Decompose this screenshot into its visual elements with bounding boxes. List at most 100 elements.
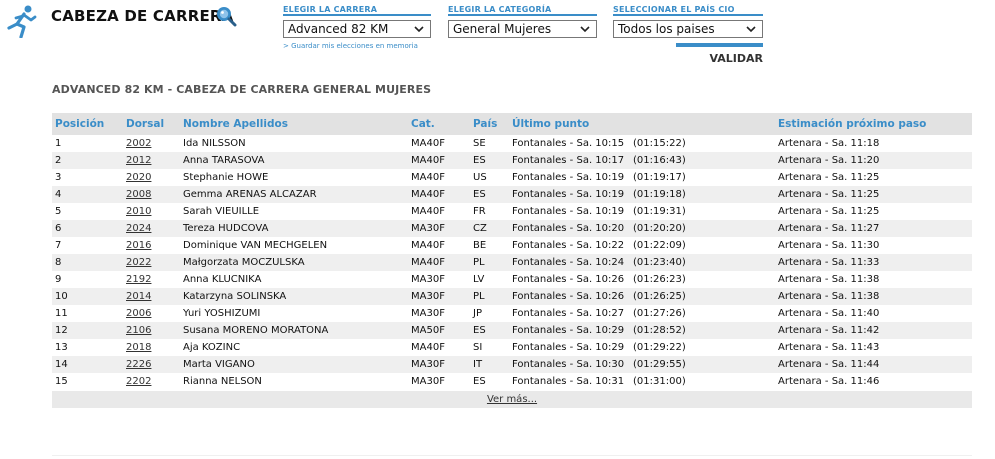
cell-estimate: Artenara - Sa. 11:43 bbox=[775, 339, 972, 356]
cell-estimate: Artenara - Sa. 11:38 bbox=[775, 271, 972, 288]
cell-elapsed: (01:19:17) bbox=[630, 169, 775, 186]
cell-country: LV bbox=[470, 271, 509, 288]
validate-button[interactable]: VALIDAR bbox=[676, 52, 764, 65]
cell-name: Dominique VAN MECHGELEN bbox=[180, 237, 408, 254]
cell-estimate: Artenara - Sa. 11:25 bbox=[775, 186, 972, 203]
col-header-estimate: Estimación próximo paso bbox=[775, 113, 972, 135]
cell-country: ES bbox=[470, 152, 509, 169]
cell-category: MA40F bbox=[408, 135, 470, 152]
country-select-value: Todos los paises bbox=[618, 22, 715, 36]
country-selector-group: SELECCIONAR EL PAÍS CIO Todos los paises bbox=[613, 0, 763, 38]
bib-link[interactable]: 2202 bbox=[126, 376, 151, 387]
cell-bib: 2010 bbox=[123, 203, 180, 220]
category-select[interactable]: General Mujeres bbox=[448, 20, 597, 38]
table-row: 7 2016 Dominique VAN MECHGELEN MA40F BE Fonta… bbox=[52, 237, 972, 254]
cell-last-point: Fontanales - Sa. 10:26 bbox=[509, 288, 630, 305]
bib-link[interactable]: 2016 bbox=[126, 240, 151, 251]
cell-category: MA30F bbox=[408, 356, 470, 373]
cell-country: ES bbox=[470, 373, 509, 390]
cell-estimate: Artenara - Sa. 11:33 bbox=[775, 254, 972, 271]
bib-link[interactable]: 2024 bbox=[126, 223, 151, 234]
cell-country: JP bbox=[470, 305, 509, 322]
cell-country: IT bbox=[470, 356, 509, 373]
page-header: CABEZA DE CARRERA ELEGIR LA CARRERA Adva… bbox=[0, 0, 995, 70]
bib-link[interactable]: 2008 bbox=[126, 189, 151, 200]
cell-estimate: Artenara - Sa. 11:44 bbox=[775, 356, 972, 373]
cell-category: MA40F bbox=[408, 254, 470, 271]
chevron-down-icon bbox=[580, 26, 590, 33]
runner-icon bbox=[7, 5, 37, 38]
table-row: 10 2014 Katarzyna SOLINSKA MA30F PL Fontanale… bbox=[52, 288, 972, 305]
race-select[interactable]: Advanced 82 KM bbox=[283, 20, 431, 38]
bib-link[interactable]: 2192 bbox=[126, 274, 151, 285]
race-selector-label: ELEGIR LA CARRERA bbox=[283, 0, 431, 16]
cell-name: Susana MORENO MORATONA bbox=[180, 322, 408, 339]
cell-name: Yuri YOSHIZUMI bbox=[180, 305, 408, 322]
bib-link[interactable]: 2006 bbox=[126, 308, 151, 319]
cell-position: 12 bbox=[52, 322, 123, 339]
cell-bib: 2014 bbox=[123, 288, 180, 305]
cell-position: 14 bbox=[52, 356, 123, 373]
see-more-link[interactable]: Ver más... bbox=[487, 394, 537, 405]
results-table: Posición Dorsal Nombre Apellidos Cat. Pa… bbox=[52, 113, 972, 390]
bib-link[interactable]: 2022 bbox=[126, 257, 151, 268]
cell-country: PL bbox=[470, 254, 509, 271]
table-row: 11 2006 Yuri YOSHIZUMI MA30F JP Fontanales - … bbox=[52, 305, 972, 322]
cell-name: Małgorzata MOCZULSKA bbox=[180, 254, 408, 271]
cell-country: SE bbox=[470, 135, 509, 152]
bib-link[interactable]: 2020 bbox=[126, 172, 151, 183]
cell-elapsed: (01:29:22) bbox=[630, 339, 775, 356]
more-row: Ver más... bbox=[52, 391, 972, 408]
cell-name: Tereza HUDCOVA bbox=[180, 220, 408, 237]
table-header-row: Posición Dorsal Nombre Apellidos Cat. Pa… bbox=[52, 113, 972, 135]
cell-estimate: Artenara - Sa. 11:42 bbox=[775, 322, 972, 339]
save-choices-link[interactable]: > Guardar mis elecciones en memoria bbox=[283, 42, 431, 50]
cell-elapsed: (01:20:20) bbox=[630, 220, 775, 237]
cell-elapsed: (01:23:40) bbox=[630, 254, 775, 271]
table-row: 4 2008 Gemma ARENAS ALCAZAR MA40F ES Fontanal… bbox=[52, 186, 972, 203]
bib-link[interactable]: 2012 bbox=[126, 155, 151, 166]
col-header-last-point: Último punto bbox=[509, 113, 775, 135]
cell-name: Aja KOZINC bbox=[180, 339, 408, 356]
cell-name: Anna TARASOVA bbox=[180, 152, 408, 169]
cell-position: 5 bbox=[52, 203, 123, 220]
cell-estimate: Artenara - Sa. 11:25 bbox=[775, 169, 972, 186]
cell-last-point: Fontanales - Sa. 10:29 bbox=[509, 339, 630, 356]
bib-link[interactable]: 2226 bbox=[126, 359, 151, 370]
category-selector-label: ELEGIR LA CATEGORÍA bbox=[448, 0, 597, 16]
chevron-down-icon bbox=[746, 26, 756, 33]
cell-name: Rianna NELSON bbox=[180, 373, 408, 390]
cell-position: 15 bbox=[52, 373, 123, 390]
cell-estimate: Artenara - Sa. 11:40 bbox=[775, 305, 972, 322]
table-row: 13 2018 Aja KOZINC MA40F SI Fontanales - Sa. … bbox=[52, 339, 972, 356]
cell-position: 6 bbox=[52, 220, 123, 237]
cell-category: MA30F bbox=[408, 220, 470, 237]
bib-link[interactable]: 2014 bbox=[126, 291, 151, 302]
bib-link[interactable]: 2010 bbox=[126, 206, 151, 217]
cell-bib: 2008 bbox=[123, 186, 180, 203]
bib-link[interactable]: 2002 bbox=[126, 138, 151, 149]
col-header-bib: Dorsal bbox=[123, 113, 180, 135]
cell-name: Marta VIGANO bbox=[180, 356, 408, 373]
cell-estimate: Artenara - Sa. 11:46 bbox=[775, 373, 972, 390]
cell-position: 1 bbox=[52, 135, 123, 152]
country-select[interactable]: Todos los paises bbox=[613, 20, 763, 38]
cell-position: 8 bbox=[52, 254, 123, 271]
cell-elapsed: (01:16:43) bbox=[630, 152, 775, 169]
table-row: 12 2106 Susana MORENO MORATONA MA50F ES Fonta… bbox=[52, 322, 972, 339]
cell-elapsed: (01:27:26) bbox=[630, 305, 775, 322]
cell-bib: 2020 bbox=[123, 169, 180, 186]
cell-country: PL bbox=[470, 288, 509, 305]
cell-bib: 2018 bbox=[123, 339, 180, 356]
search-icon[interactable] bbox=[215, 5, 237, 27]
table-row: 1 2002 Ida NILSSON MA40F SE Fontanales - Sa. … bbox=[52, 135, 972, 152]
bib-link[interactable]: 2106 bbox=[126, 325, 151, 336]
cell-category: MA40F bbox=[408, 339, 470, 356]
cell-name: Anna KLUCNIKA bbox=[180, 271, 408, 288]
col-header-position: Posición bbox=[52, 113, 123, 135]
cell-estimate: Artenara - Sa. 11:18 bbox=[775, 135, 972, 152]
cell-name: Gemma ARENAS ALCAZAR bbox=[180, 186, 408, 203]
country-selector-label: SELECCIONAR EL PAÍS CIO bbox=[613, 0, 763, 16]
bib-link[interactable]: 2018 bbox=[126, 342, 151, 353]
cell-category: MA40F bbox=[408, 237, 470, 254]
